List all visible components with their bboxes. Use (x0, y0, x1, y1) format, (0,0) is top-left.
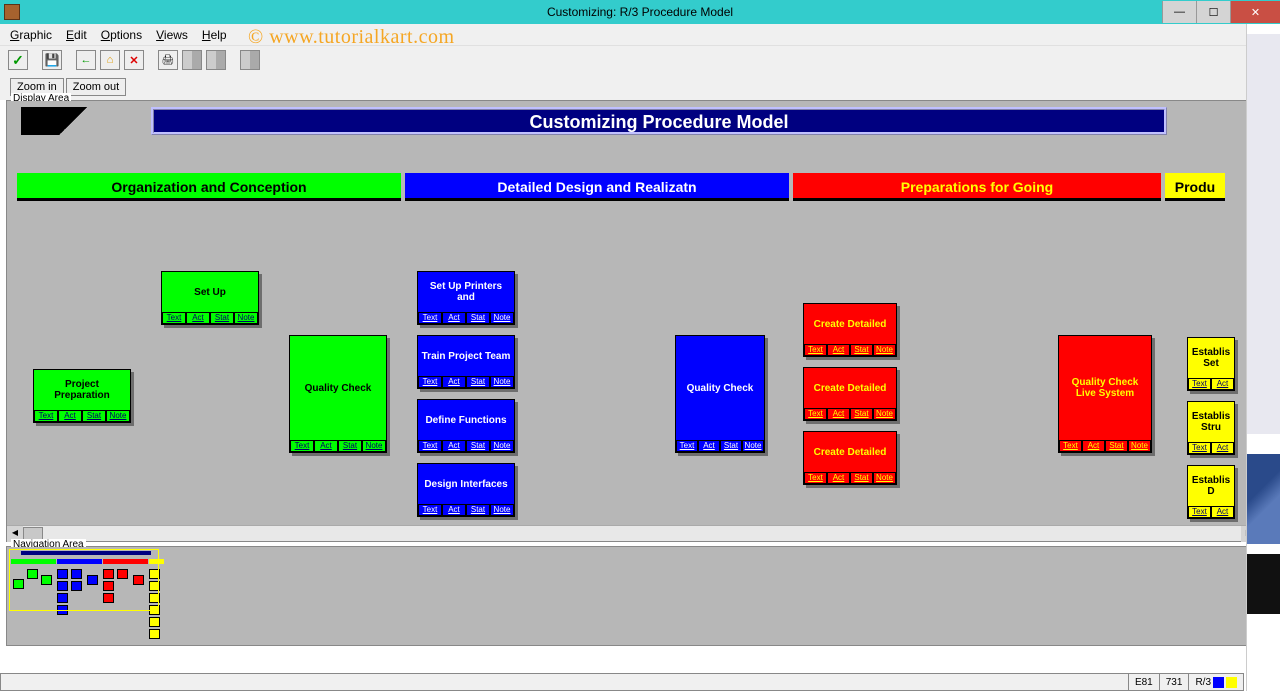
display-area: Display Area Customizing Procedure Model… (6, 100, 1274, 542)
minimize-button[interactable]: — (1162, 1, 1196, 23)
node-create-detailed-3[interactable]: Create Detailed TextActStatNote (803, 431, 897, 485)
toolbar (0, 46, 1280, 74)
node-create-detailed-1[interactable]: Create Detailed TextActStatNote (803, 303, 897, 357)
app-icon (4, 4, 20, 20)
menu-edit[interactable]: Edit (66, 28, 87, 42)
node-design-interfaces[interactable]: Design Interfaces TextActStatNote (417, 463, 515, 517)
layout3-icon[interactable] (240, 50, 260, 70)
zoom-out-button[interactable]: Zoom out (66, 78, 126, 96)
node-setup[interactable]: Set Up TextActStatNote (161, 271, 259, 325)
menubar: Graphic Edit Options Views Help (0, 24, 1280, 46)
layout2-icon[interactable] (206, 50, 226, 70)
node-establis-2[interactable]: Establis Stru TextAct (1187, 401, 1235, 455)
phase-organization[interactable]: Organization and Conception (17, 173, 401, 201)
home-icon[interactable] (100, 50, 120, 70)
node-train-team[interactable]: Train Project Team TextActStatNote (417, 335, 515, 389)
node-establis-3[interactable]: Establis D TextAct (1187, 465, 1235, 519)
menu-help[interactable]: Help (202, 28, 227, 42)
title-banner: Customizing Procedure Model (151, 107, 1167, 135)
phase-preparations[interactable]: Preparations for Going (793, 173, 1161, 201)
phase-production[interactable]: Produ (1165, 173, 1225, 201)
status-e: E81 (1128, 674, 1159, 690)
node-setup-printers[interactable]: Set Up Printers and TextActStatNote (417, 271, 515, 325)
titlebar: Customizing: R/3 Procedure Model — ☐ ✕ (0, 0, 1280, 24)
back-icon[interactable] (76, 50, 96, 70)
nav-canvas[interactable] (7, 547, 1273, 645)
print-icon[interactable] (158, 50, 178, 70)
menu-views[interactable]: Views (156, 28, 188, 42)
horizontal-scrollbar[interactable]: ◀ ▶ (7, 525, 1257, 541)
layout1-icon[interactable] (182, 50, 202, 70)
node-define-functions[interactable]: Define Functions TextActStatNote (417, 399, 515, 453)
navigation-area: Navigation Area (6, 546, 1274, 646)
status-sys: R/3 (1188, 674, 1243, 690)
viewport-indicator[interactable] (9, 549, 159, 611)
node-create-detailed-2[interactable]: Create Detailed TextActStatNote (803, 367, 897, 421)
menu-graphic[interactable]: Graphic (10, 28, 52, 42)
maximize-button[interactable]: ☐ (1196, 1, 1230, 23)
node-establis-1[interactable]: Establis Set TextAct (1187, 337, 1235, 391)
node-quality-check-green[interactable]: Quality Check TextActStatNote (289, 335, 387, 453)
cancel-icon[interactable] (124, 50, 144, 70)
close-button[interactable]: ✕ (1230, 1, 1280, 23)
status-n: 731 (1159, 674, 1189, 690)
banner-wedge (59, 107, 87, 135)
zoom-bar: Zoom in Zoom out (0, 74, 1280, 100)
node-quality-check-live[interactable]: Quality Check Live System TextActStatNot… (1058, 335, 1152, 453)
node-project-preparation[interactable]: Project Preparation TextActStatNote (33, 369, 131, 423)
confirm-icon[interactable] (8, 50, 28, 70)
window-title: Customizing: R/3 Procedure Model (547, 5, 733, 19)
window-buttons: — ☐ ✕ (1162, 1, 1280, 23)
phase-design[interactable]: Detailed Design and Realizatn (405, 173, 789, 201)
node-quality-check-blue[interactable]: Quality Check TextActStatNote (675, 335, 765, 453)
diagram-canvas[interactable]: Customizing Procedure Model Organization… (7, 101, 1257, 525)
save-icon[interactable] (42, 50, 62, 70)
status-bar: E81 731 R/3 (0, 673, 1244, 691)
menu-options[interactable]: Options (101, 28, 142, 42)
background-strip (1246, 24, 1280, 691)
canvas-outer: Customizing Procedure Model Organization… (7, 101, 1273, 541)
